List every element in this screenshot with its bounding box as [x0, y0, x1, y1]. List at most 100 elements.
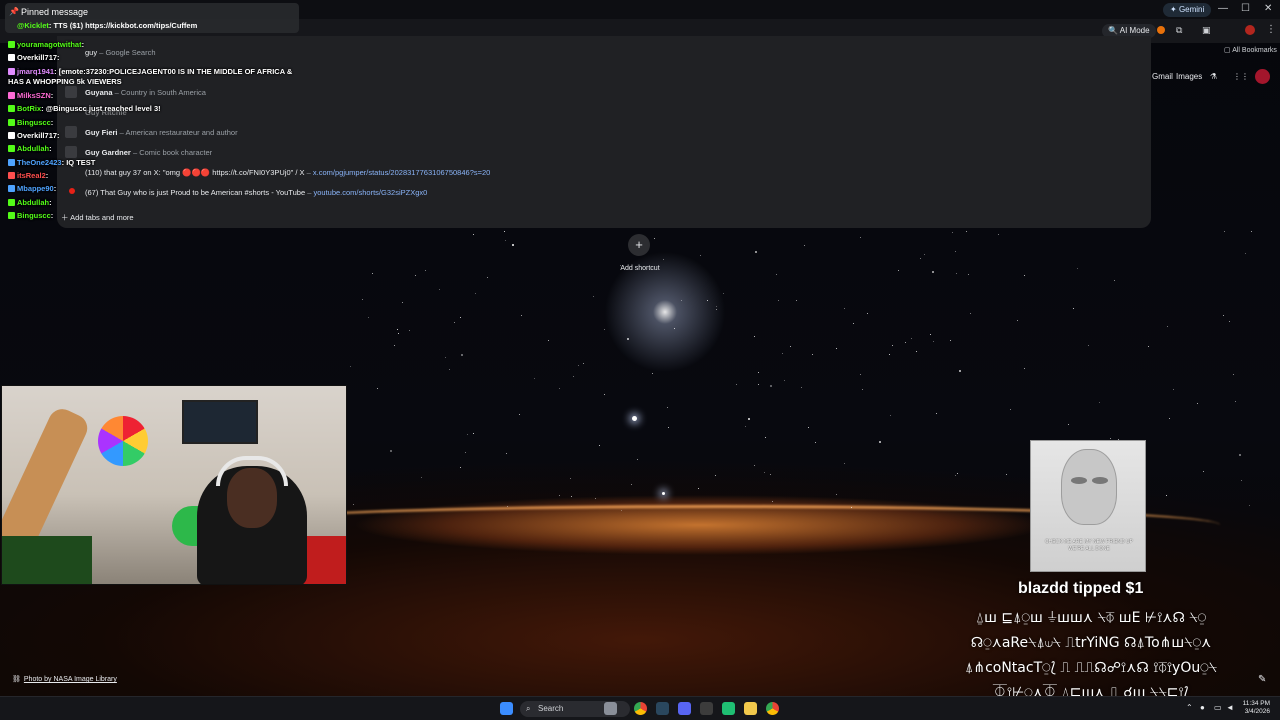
- star: [473, 233, 475, 235]
- chat-username[interactable]: Binguscc: [17, 211, 51, 220]
- chat-username[interactable]: TheOne2423: [17, 158, 62, 167]
- steam-icon[interactable]: [656, 702, 669, 715]
- chrome-active-icon[interactable]: [766, 702, 779, 715]
- star: [667, 427, 669, 429]
- suggestion-url: x.com/pgjumper/status/202831776310675084…: [312, 168, 491, 177]
- minimize-icon[interactable]: —: [1218, 3, 1228, 14]
- star: [1232, 374, 1234, 376]
- user-badge-icon: [8, 92, 15, 99]
- chat-separator: :: [53, 184, 57, 193]
- sidepanel-icon[interactable]: ▣: [1202, 25, 1211, 36]
- gemini-label: Gemini: [1178, 5, 1205, 14]
- star: [673, 328, 675, 329]
- suggestion-row[interactable]: guy – Google Search: [85, 48, 156, 57]
- star: [377, 387, 379, 389]
- clock[interactable]: 11:34 PM 3/4/2026: [1236, 700, 1270, 716]
- extension-icon[interactable]: [1157, 26, 1165, 34]
- plus-icon: ＋: [61, 213, 69, 222]
- star: [1238, 453, 1241, 456]
- gmail-link[interactable]: Gmail: [1152, 72, 1173, 81]
- images-link[interactable]: Images: [1176, 72, 1202, 81]
- add-tabs-row[interactable]: ＋ Add tabs and more: [61, 212, 134, 223]
- mic-icon[interactable]: ●: [1200, 703, 1205, 712]
- close-icon[interactable]: ✕: [1264, 3, 1272, 14]
- bag-shape: [2, 536, 92, 584]
- add-tabs-label: Add tabs and more: [70, 213, 134, 222]
- star: [932, 270, 934, 273]
- apps-grid-icon[interactable]: ⋮⋮: [1233, 72, 1249, 81]
- chat-separator: :: [50, 211, 54, 220]
- chat-username[interactable]: MilksSZN: [17, 91, 51, 100]
- chat-username[interactable]: youramagotwithat: [17, 40, 82, 49]
- pinned-body: : TTS ($1) https://kickbot.com/tips/Cuff…: [48, 21, 198, 30]
- star: [486, 276, 488, 278]
- star: [408, 329, 410, 331]
- chat-username[interactable]: Binguscc: [17, 118, 51, 127]
- widgets-icon[interactable]: [604, 702, 617, 715]
- suggestion-row[interactable]: Guy Fieri – American restaurateur and au…: [85, 128, 238, 137]
- file-explorer-icon[interactable]: [744, 702, 757, 715]
- chat-username[interactable]: jmarq1941: [17, 67, 54, 76]
- google-account-avatar[interactable]: [1255, 69, 1270, 84]
- star: [651, 372, 653, 374]
- star: [506, 505, 508, 507]
- suggestion-row[interactable]: Guyana – Country in South America: [85, 88, 206, 97]
- add-shortcut-label: Add shortcut: [620, 265, 660, 272]
- maximize-icon[interactable]: ☐: [1241, 3, 1250, 14]
- star: [888, 353, 890, 355]
- chat-message: Mbappe90:: [8, 184, 56, 193]
- chat-username[interactable]: Abdullah: [17, 144, 49, 153]
- taskbar-search-label: Search: [538, 704, 564, 713]
- skateboard-shape: [2, 404, 92, 558]
- star: [1223, 230, 1225, 232]
- chat-username[interactable]: Mbappe90: [17, 184, 54, 193]
- suggestion-row[interactable]: Guy Gardner – Comic book character: [85, 148, 212, 157]
- menu-kebab-icon[interactable]: ⋮: [1266, 24, 1276, 35]
- photo-credit-link[interactable]: Photo by NASA Image Library: [24, 676, 117, 683]
- windows-start-icon[interactable]: [500, 702, 513, 715]
- youtube-icon: [69, 188, 75, 194]
- photo-credit[interactable]: ⛓ Photo by NASA Image Library: [12, 675, 117, 683]
- star: [1234, 400, 1236, 402]
- app-green-icon[interactable]: [722, 702, 735, 715]
- headphones-shape: [216, 456, 288, 486]
- user-badge-icon: [8, 54, 15, 61]
- chat-message: MilksSZN:: [8, 91, 53, 100]
- app-icon[interactable]: [700, 702, 713, 715]
- star: [444, 356, 446, 358]
- volume-icon[interactable]: ◄: [1226, 703, 1234, 712]
- chat-username[interactable]: Overkill717: [17, 131, 57, 140]
- chat-username[interactable]: itsReal2: [17, 171, 46, 180]
- tray-chevron-icon[interactable]: ⌃: [1186, 703, 1193, 712]
- profile-avatar[interactable]: [1245, 25, 1255, 35]
- all-bookmarks-button[interactable]: ▢ All Bookmarks: [1224, 46, 1277, 54]
- network-icon[interactable]: ▭: [1214, 703, 1222, 712]
- chat-username[interactable]: Overkill717: [17, 53, 57, 62]
- tv-shape: [182, 400, 258, 444]
- chat-separator: :: [45, 171, 49, 180]
- discord-icon[interactable]: [678, 702, 691, 715]
- link-icon: ⛓: [12, 676, 21, 683]
- gemini-button[interactable]: ✦ Gemini: [1163, 3, 1212, 17]
- chat-message: Overkill717:: [8, 53, 60, 62]
- customize-pencil-icon[interactable]: ✎: [1258, 674, 1266, 685]
- chrome-icon[interactable]: [634, 702, 647, 715]
- star: [916, 350, 917, 352]
- chat-username[interactable]: BotRix: [17, 104, 41, 113]
- star: [757, 371, 759, 373]
- suggestion-row[interactable]: (67) That Guy who is just Proud to be Am…: [85, 188, 427, 197]
- chat-username[interactable]: Abdullah: [17, 198, 49, 207]
- suggestion-thumbnail: [65, 146, 77, 158]
- chat-separator: :: [50, 91, 54, 100]
- star: [735, 384, 737, 386]
- star: [807, 426, 809, 428]
- suggestion-row[interactable]: (110) that guy 37 on X: "omg 🔴🔴🔴 https:/…: [85, 168, 490, 177]
- star: [714, 474, 716, 476]
- omnibox-dropdown: guy – Google Search Guyana – Country in …: [57, 36, 1151, 228]
- puzzle-icon[interactable]: ⧉: [1176, 25, 1182, 36]
- add-shortcut-button[interactable]: +: [628, 234, 650, 256]
- suggestion-desc: Comic book character: [139, 148, 213, 157]
- alien-eye-right: [1092, 477, 1108, 484]
- star: [965, 230, 967, 232]
- labs-flask-icon[interactable]: ⚗: [1210, 72, 1217, 81]
